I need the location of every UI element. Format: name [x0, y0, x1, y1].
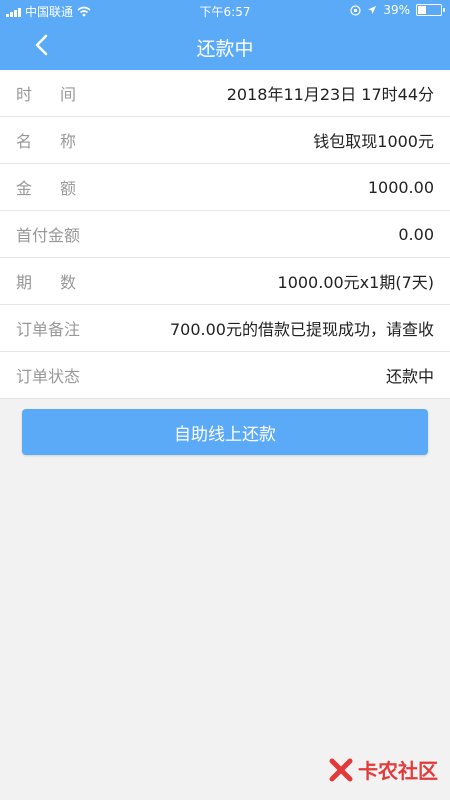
location-icon	[368, 6, 377, 14]
row-value: 1000.00元x1期(7天)	[277, 273, 434, 292]
row-value: 钱包取现1000元	[313, 132, 434, 151]
row-order-note: 订单备注 700.00元的借款已提现成功，请查收	[0, 305, 450, 352]
row-value: 1000.00	[367, 177, 434, 197]
self-repay-button[interactable]: 自助线上还款	[22, 409, 428, 455]
logo-icon	[329, 758, 353, 781]
row-label: 期数	[16, 273, 105, 292]
battery-icon	[416, 4, 445, 16]
row-time: 时间 2018年11月23日 17时44分	[0, 70, 450, 117]
row-label: 金额	[16, 179, 105, 198]
row-value: 700.00元的借款已提现成功，请查收	[170, 320, 434, 339]
status-right: 39%	[350, 3, 445, 17]
watermark: 卡农社区	[328, 755, 438, 784]
app-header: 中国联通 下午6:57 39% 还款中	[0, 0, 450, 70]
row-label: 订单备注	[16, 320, 81, 339]
row-label: 订单状态	[16, 367, 81, 386]
row-down-payment: 首付金额 0.00	[0, 211, 450, 258]
row-value: 还款中	[385, 367, 434, 386]
row-value: 0.00	[398, 224, 434, 244]
button-area: 自助线上还款	[0, 399, 450, 455]
orientation-lock-icon	[350, 4, 361, 16]
page-title: 还款中	[196, 38, 254, 60]
row-label: 名称	[16, 132, 105, 151]
status-bar: 中国联通 下午6:57 39%	[0, 0, 450, 22]
row-periods: 期数 1000.00元x1期(7天)	[0, 258, 450, 305]
row-label: 时间	[16, 85, 105, 104]
row-amount: 金额 1000.00	[0, 164, 450, 211]
watermark-text: 卡农社区	[358, 759, 438, 783]
row-label: 首付金额	[16, 226, 81, 245]
nav-bar: 还款中	[0, 22, 450, 70]
row-value: 2018年11月23日 17时44分	[226, 85, 434, 104]
row-order-status: 订单状态 还款中	[0, 352, 450, 399]
battery-percent: 39%	[383, 3, 410, 17]
row-name: 名称 钱包取现1000元	[0, 117, 450, 164]
order-detail-list: 时间 2018年11月23日 17时44分 名称 钱包取现1000元 金额 10…	[0, 70, 450, 399]
